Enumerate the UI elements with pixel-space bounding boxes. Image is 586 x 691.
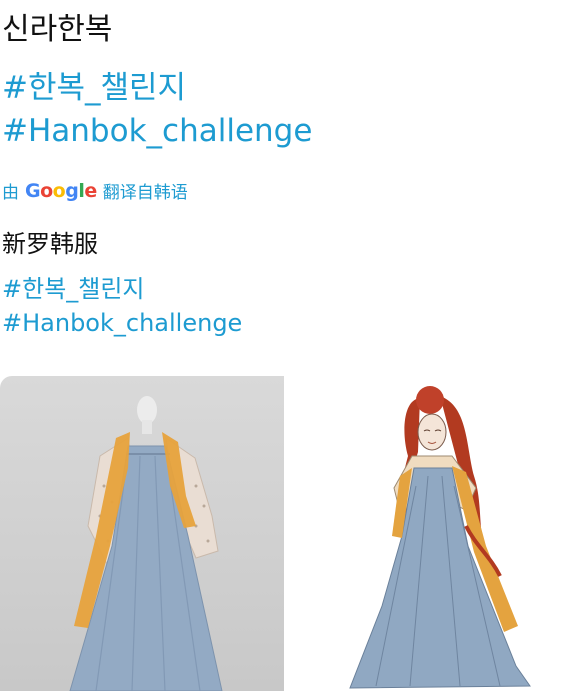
hanbok-mannequin-photo[interactable]: [0, 376, 284, 691]
translate-suffix: 翻译自韩语: [102, 183, 188, 203]
translated-title: 新罗韩服: [2, 230, 98, 258]
hashtag-hanbok-challenge-en[interactable]: #Hanbok_challenge: [2, 113, 312, 149]
google-logo: Google: [25, 179, 97, 202]
translate-attribution[interactable]: 由 Google 翻译自韩语: [2, 178, 188, 204]
translated-hashtag-en[interactable]: #Hanbok_challenge: [2, 309, 242, 337]
illustration-drawing: [349, 386, 531, 689]
media-gallery: [0, 376, 586, 691]
translate-prefix: 由: [2, 183, 19, 203]
post-title: 신라한복: [2, 12, 113, 47]
hanbok-character-illustration[interactable]: [290, 376, 586, 691]
mannequin-drawing: [69, 396, 223, 691]
hashtag-hanbok-challenge-ko[interactable]: #한복_챌린지: [2, 62, 186, 107]
translated-hashtag-ko[interactable]: #한복_챌린지: [2, 269, 145, 304]
